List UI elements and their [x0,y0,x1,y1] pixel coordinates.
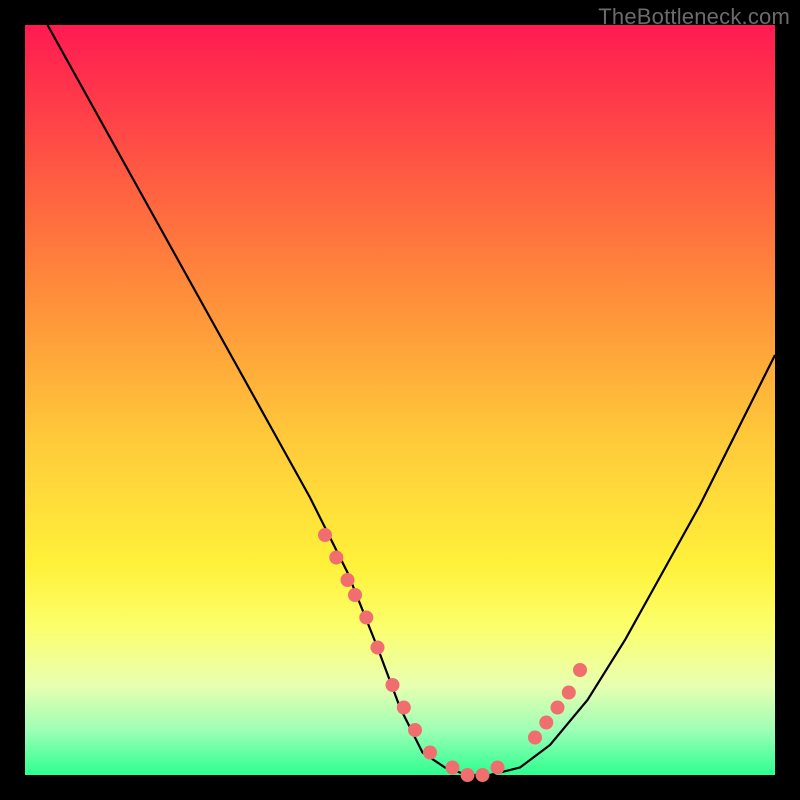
highlight-dot [397,701,411,715]
highlight-dot [446,761,460,775]
highlight-dot [318,528,332,542]
highlight-dot [371,641,385,655]
highlight-dot [329,551,343,565]
watermark-text: TheBottleneck.com [598,4,790,30]
highlight-dot [348,588,362,602]
highlight-dot [562,686,576,700]
highlight-dot [551,701,565,715]
highlight-dot [461,768,475,782]
highlight-dot [491,761,505,775]
bottleneck-curve [48,25,776,775]
highlight-markers [318,528,587,782]
highlight-dot [573,663,587,677]
chart-plot-area [25,25,775,775]
highlight-dot [359,611,373,625]
highlight-dot [423,746,437,760]
highlight-dot [476,768,490,782]
highlight-dot [539,716,553,730]
highlight-dot [386,678,400,692]
chart-svg [25,25,775,775]
highlight-dot [341,573,355,587]
highlight-dot [528,731,542,745]
highlight-dot [408,723,422,737]
